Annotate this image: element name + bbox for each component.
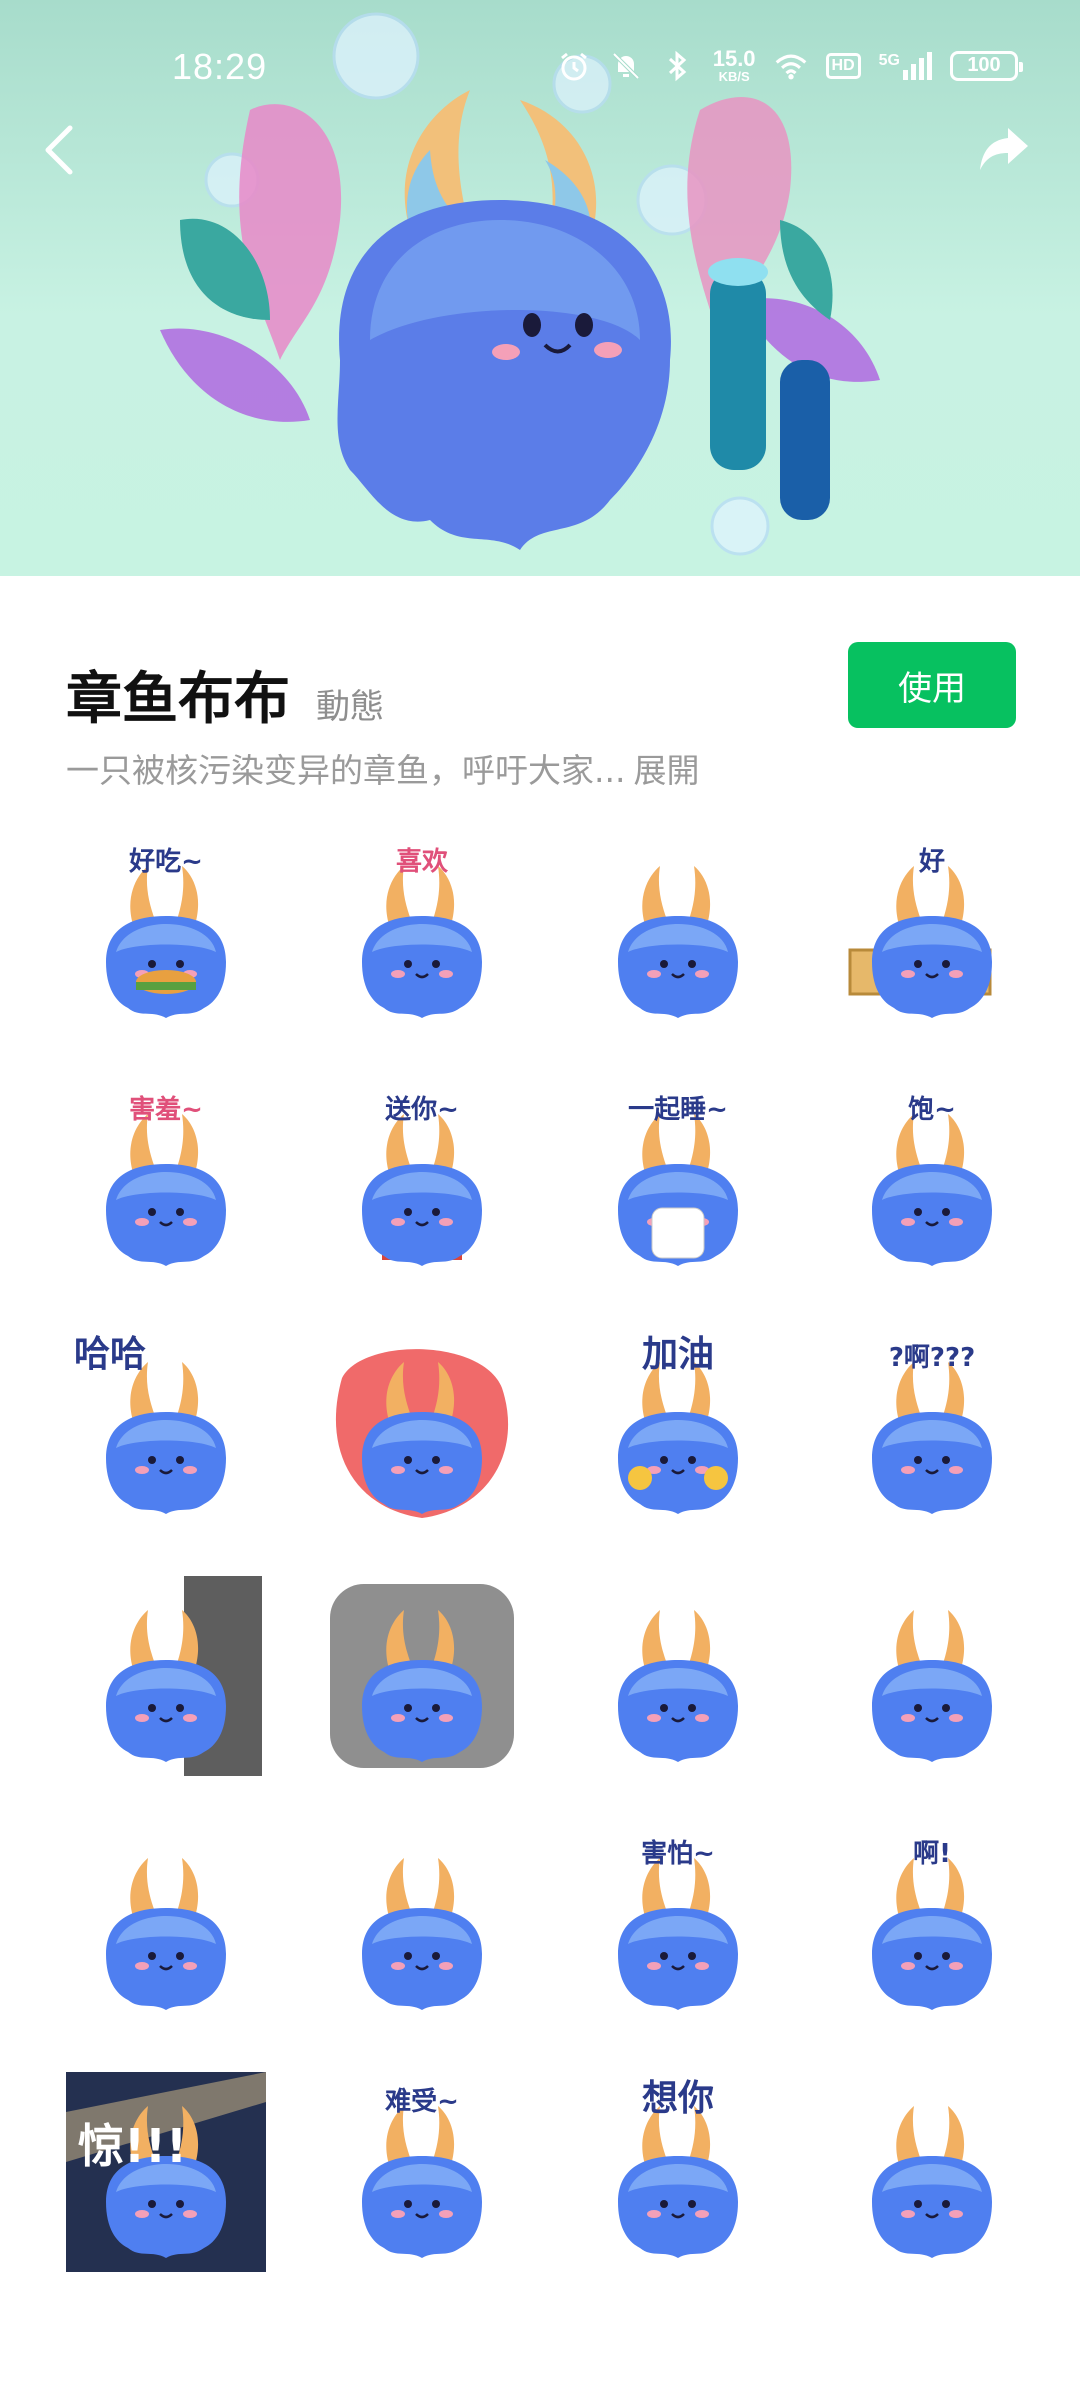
sticker-image: 送你~ [362, 1095, 482, 1266]
sticker-item[interactable]: 难受~ [322, 2072, 522, 2272]
sticker-caption: 想你 [642, 2078, 714, 2119]
sticker-image [362, 1858, 482, 2010]
network-speed: 15.0 KB/S [712, 46, 756, 84]
status-time: 18:29 [172, 46, 268, 87]
sticker-item[interactable]: 害羞~ [66, 1080, 266, 1280]
sticker-caption: 惊!!! [78, 2119, 187, 2173]
signal-icon [903, 51, 932, 80]
sticker-item[interactable]: 送你~ [322, 1080, 522, 1280]
status-icons: 15.0 KB/S HD 5G 100 [557, 46, 1023, 84]
sticker-image: ?啊??? [872, 1343, 992, 1514]
sticker-image [618, 1610, 738, 1762]
sticker-item[interactable] [322, 1824, 522, 2024]
sticker-image [618, 866, 738, 1018]
sticker-item[interactable] [832, 2072, 1032, 2272]
sticker-caption: 好 [918, 847, 945, 877]
use-button[interactable]: 使用 [848, 642, 1016, 728]
sticker-item[interactable] [578, 1576, 778, 1776]
sticker-item[interactable] [578, 832, 778, 1032]
sticker-item[interactable]: 一起睡~ [578, 1080, 778, 1280]
sticker-caption: 哈哈 [74, 1334, 146, 1375]
sticker-item[interactable]: 哈哈 [66, 1328, 266, 1528]
sticker-item[interactable]: 饱~ [832, 1080, 1032, 1280]
sticker-image [872, 2106, 992, 2258]
sticker-image: 难受~ [362, 2086, 482, 2258]
sticker-caption: 难受~ [385, 2086, 459, 2117]
header-banner: 18:29 15.0 KB/S HD 5G 100 [0, 0, 1080, 576]
sticker-item[interactable] [66, 1824, 266, 2024]
sticker-image: 惊!!! [66, 2072, 266, 2272]
sticker-image: 害怕~ [618, 1838, 738, 2010]
sticker-image: 喜欢 [362, 847, 482, 1018]
sticker-caption: 啊! [913, 1839, 951, 1869]
sticker-item[interactable]: 惊!!! [66, 2072, 266, 2272]
sticker-item[interactable]: 好吃~ [66, 832, 266, 1032]
battery-indicator: 100 [950, 50, 1023, 81]
signal-5g: 5G [879, 51, 932, 80]
description-text: 一只被核污染变异的章鱼，呼吁大家... [66, 751, 626, 790]
sticker-image: 好 [848, 847, 992, 1018]
sticker-image [335, 1349, 509, 1518]
title-row: 章鱼布布 動態 [66, 654, 384, 735]
sticker-image: 啊! [872, 1839, 992, 2010]
pack-description: 一只被核污染变异的章鱼，呼吁大家... 展開 [66, 744, 699, 792]
sticker-item[interactable] [66, 1576, 266, 1776]
sticker-image: 哈哈 [74, 1334, 226, 1514]
sticker-item[interactable] [322, 1328, 522, 1528]
sticker-item[interactable]: 好 [832, 832, 1032, 1032]
sticker-caption: 害羞~ [129, 1094, 203, 1125]
sticker-item[interactable]: 害怕~ [578, 1824, 778, 2024]
hd-badge: HD [825, 52, 861, 79]
status-bar: 18:29 15.0 KB/S HD 5G 100 [0, 0, 1080, 130]
pack-title: 章鱼布布 [66, 667, 290, 732]
sticker-item[interactable]: 加油 [578, 1328, 778, 1528]
sticker-caption: 害怕~ [641, 1838, 715, 1869]
sticker-image [872, 1610, 992, 1762]
pack-info: 章鱼布布 動態 使用 一只被核污染变异的章鱼，呼吁大家... 展開 [0, 576, 1080, 796]
mute-bell-icon [609, 49, 643, 83]
sticker-caption: 饱~ [908, 1095, 956, 1125]
sticker-item[interactable]: 啊! [832, 1824, 1032, 2024]
sticker-image: 一起睡~ [618, 1095, 738, 1266]
sticker-item[interactable] [832, 1576, 1032, 1776]
wifi-icon [774, 49, 808, 83]
sticker-image: 害羞~ [106, 1094, 226, 1266]
alarm-icon [557, 49, 591, 83]
sticker-item[interactable]: 喜欢 [322, 832, 522, 1032]
sticker-caption: 好吃~ [128, 847, 203, 877]
share-button[interactable] [976, 120, 1032, 176]
chevron-left-icon [45, 125, 73, 175]
sticker-caption: 一起睡~ [628, 1095, 728, 1125]
sticker-image [106, 1576, 262, 1776]
sticker-caption: ?啊??? [889, 1343, 975, 1373]
bluetooth-icon [661, 49, 695, 83]
sticker-caption: 送你~ [385, 1095, 459, 1125]
sticker-image [106, 1858, 226, 2010]
sticker-item[interactable]: 想你 [578, 2072, 778, 2272]
sticker-image: 好吃~ [106, 847, 226, 1018]
sticker-item[interactable]: ?啊??? [832, 1328, 1032, 1528]
expand-link[interactable]: 展開 [633, 751, 699, 790]
sticker-image: 加油 [618, 1334, 738, 1514]
back-button[interactable] [40, 122, 80, 178]
pack-type-label: 動態 [316, 687, 384, 727]
sticker-image [330, 1584, 514, 1768]
sticker-caption: 喜欢 [396, 847, 449, 877]
sticker-image: 饱~ [872, 1095, 992, 1266]
sticker-item[interactable] [322, 1576, 522, 1776]
share-arrow-icon [980, 128, 1028, 170]
sticker-caption: 加油 [642, 1334, 714, 1375]
sticker-image: 想你 [618, 2078, 738, 2258]
